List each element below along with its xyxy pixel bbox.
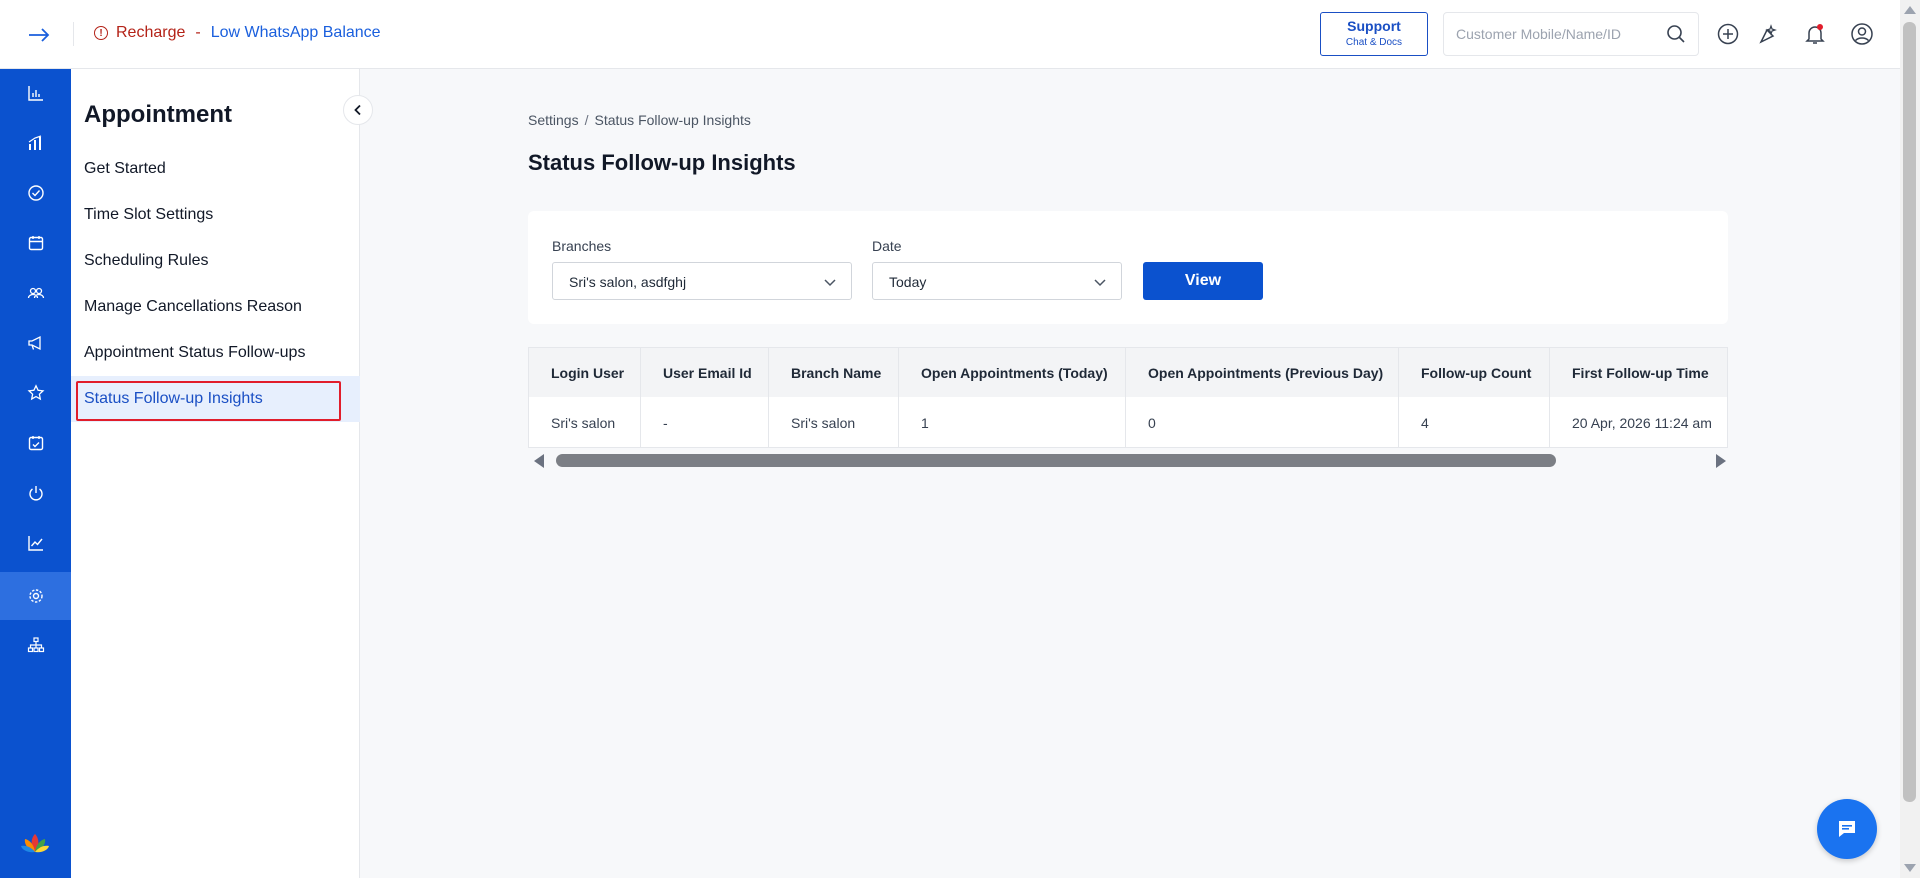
- expand-menu-arrow-icon[interactable]: [24, 22, 54, 48]
- left-icon-rail: [0, 69, 71, 878]
- whats-new-icon[interactable]: [1757, 22, 1781, 46]
- recharge-dash: -: [195, 24, 201, 41]
- scroll-up-arrow-icon[interactable]: [1904, 6, 1916, 14]
- sidebar-item-appointment-status-follow-ups[interactable]: Appointment Status Follow-ups: [84, 344, 305, 362]
- table-cell: Sri's salon: [529, 397, 641, 447]
- sidebar-title: Appointment: [84, 101, 232, 128]
- scroll-left-arrow-icon[interactable]: [534, 454, 544, 468]
- support-button[interactable]: Support Chat & Docs: [1320, 12, 1428, 56]
- table-cell: -: [641, 397, 769, 447]
- branches-label: Branches: [552, 238, 612, 254]
- reports-icon[interactable]: [0, 119, 71, 167]
- column-header: Open Appointments (Previous Day): [1126, 348, 1399, 397]
- dashboard-icon[interactable]: [0, 69, 71, 117]
- add-circle-icon[interactable]: [1716, 22, 1740, 46]
- insights-table: Login User User Email Id Branch Name Ope…: [528, 347, 1728, 448]
- analytics-icon[interactable]: [0, 519, 71, 567]
- date-label: Date: [872, 238, 902, 254]
- table-header: Login User User Email Id Branch Name Ope…: [529, 348, 1727, 397]
- user-profile-icon[interactable]: [1850, 22, 1874, 46]
- appointment-settings-sidebar: Appointment Get Started Time Slot Settin…: [71, 69, 360, 878]
- sidebar-item-time-slot-settings[interactable]: Time Slot Settings: [84, 206, 213, 224]
- chevron-left-icon: [354, 104, 361, 116]
- search-icon[interactable]: [1666, 24, 1686, 44]
- power-icon[interactable]: [0, 469, 71, 517]
- table-cell: 4: [1399, 397, 1550, 447]
- customer-search[interactable]: [1443, 12, 1699, 56]
- support-subtitle: Chat & Docs: [1345, 37, 1403, 48]
- scroll-right-arrow-icon[interactable]: [1716, 454, 1726, 468]
- breadcrumb-separator: /: [584, 112, 589, 128]
- table-cell: Sri's salon: [769, 397, 899, 447]
- check-circle-icon[interactable]: [0, 169, 71, 217]
- table-cell: 20 Apr, 2026 11:24 am: [1572, 414, 1712, 431]
- chevron-down-icon: [1094, 279, 1106, 287]
- settings-icon[interactable]: [0, 572, 71, 620]
- calendar-check-icon[interactable]: [0, 419, 71, 467]
- brand-logo: [21, 834, 49, 853]
- chat-bubble-icon: [1839, 821, 1855, 837]
- sidebar-item-get-started[interactable]: Get Started: [84, 160, 166, 178]
- notification-bell-icon[interactable]: [1803, 22, 1827, 46]
- recharge-label[interactable]: Recharge: [116, 24, 185, 42]
- sidebar-item-manage-cancellations-reason[interactable]: Manage Cancellations Reason: [84, 298, 302, 316]
- page-title: Status Follow-up Insights: [528, 150, 796, 175]
- column-header: User Email Id: [641, 348, 769, 397]
- customer-search-input[interactable]: [1456, 26, 1656, 42]
- scrollbar-thumb[interactable]: [556, 454, 1556, 467]
- chat-support-button[interactable]: [1817, 799, 1877, 859]
- sidebar-item-status-follow-up-insights[interactable]: Status Follow-up Insights: [84, 390, 263, 408]
- column-header: First Follow-up Time: [1572, 364, 1709, 381]
- page-vertical-scrollbar[interactable]: [1900, 0, 1920, 878]
- scroll-down-arrow-icon[interactable]: [1904, 864, 1916, 872]
- scrollbar-thumb[interactable]: [1903, 22, 1916, 802]
- table-cell: 1: [899, 397, 1126, 447]
- support-title: Support: [1347, 18, 1401, 34]
- breadcrumb-settings[interactable]: Settings: [528, 112, 579, 128]
- breadcrumb-current: Status Follow-up Insights: [594, 112, 751, 128]
- date-value: Today: [889, 274, 927, 290]
- breadcrumb: Settings / Status Follow-up Insights: [528, 112, 751, 128]
- divider: [73, 22, 74, 46]
- org-chart-icon[interactable]: [0, 621, 71, 669]
- table-cell: 0: [1126, 397, 1399, 447]
- branches-select[interactable]: Sri's salon, asdfghj: [552, 262, 852, 300]
- column-header: Branch Name: [769, 348, 899, 397]
- chevron-down-icon: [824, 279, 836, 287]
- star-icon[interactable]: [0, 369, 71, 417]
- table-horizontal-scrollbar[interactable]: [528, 451, 1728, 469]
- low-balance-link[interactable]: Low WhatsApp Balance: [211, 24, 381, 42]
- column-header: Follow-up Count: [1399, 348, 1550, 397]
- megaphone-icon[interactable]: [0, 319, 71, 367]
- alert-icon: !: [94, 26, 108, 40]
- view-button[interactable]: View: [1143, 262, 1263, 300]
- calendar-icon[interactable]: [0, 219, 71, 267]
- date-select[interactable]: Today: [872, 262, 1122, 300]
- filter-card: Branches Sri's salon, asdfghj Date Today…: [528, 211, 1728, 324]
- sidebar-item-scheduling-rules[interactable]: Scheduling Rules: [84, 252, 209, 270]
- branches-value: Sri's salon, asdfghj: [569, 274, 687, 290]
- recharge-alert[interactable]: ! Recharge - Low WhatsApp Balance: [94, 24, 381, 42]
- top-bar: ! Recharge - Low WhatsApp Balance Suppor…: [0, 0, 1900, 69]
- column-header: Login User: [529, 348, 641, 397]
- collapse-sidebar-button[interactable]: [343, 95, 373, 125]
- customers-icon[interactable]: [0, 269, 71, 317]
- column-header: Open Appointments (Today): [899, 348, 1126, 397]
